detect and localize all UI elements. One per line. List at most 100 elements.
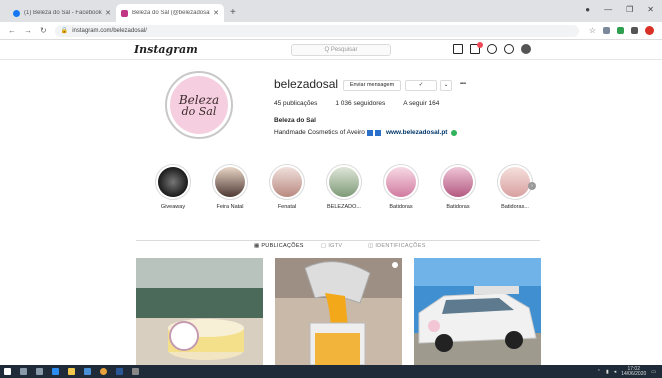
system-tray: ⌃ ▮ ◂ 17:02 14/06/2020 ▭ — [597, 366, 662, 377]
notifications-icon[interactable]: ▭ — [651, 369, 656, 375]
suggestions-dropdown[interactable]: ⌄ — [440, 80, 452, 91]
facebook-icon — [13, 9, 20, 17]
tab-tagged[interactable]: ◫ IDENTIFICAÇÕES — [368, 243, 426, 249]
close-tab-icon[interactable]: ✕ — [105, 9, 111, 17]
maximize-button[interactable]: ❐ — [626, 5, 633, 14]
new-tab-button[interactable]: + — [230, 7, 236, 18]
lock-icon: 🔒 — [60, 28, 69, 34]
close-window-button[interactable]: ✕ — [647, 5, 654, 14]
profile-avatar[interactable] — [645, 26, 654, 35]
file-explorer-icon[interactable] — [68, 368, 75, 375]
highlight-cover — [212, 164, 248, 200]
forward-icon[interactable]: → — [24, 26, 32, 35]
post-image-car — [414, 258, 541, 365]
extensions: ☆ — [589, 26, 654, 35]
tray-chevron-icon[interactable]: ⌃ — [597, 369, 601, 375]
star-icon[interactable]: ☆ — [589, 26, 596, 35]
profile-bio: Handmade Cosmetics of Aveiro www.belezad… — [274, 129, 458, 136]
brand-logo: Beleza do Sal — [170, 76, 228, 134]
profile-full-name: Beleza do Sal — [274, 117, 316, 124]
browser-tab-facebook[interactable]: (1) Beleza do Sal - Facebook ✕ — [8, 4, 116, 22]
portugal-flag-icon — [366, 129, 373, 136]
notification-badge — [477, 42, 483, 48]
reload-icon[interactable]: ↻ — [40, 26, 47, 35]
highlight-cover — [269, 164, 305, 200]
profile-tabs: ▦ PUBLICAÇÕES ▢ IGTV ◫ IDENTIFICAÇÕES — [136, 240, 540, 249]
heart-icon[interactable] — [504, 44, 514, 54]
tab-label: IGTV — [328, 243, 343, 249]
network-icon[interactable]: ▮ — [606, 369, 609, 375]
word-icon[interactable] — [116, 368, 123, 375]
window-controls: ● — ❐ ✕ — [585, 5, 654, 14]
tab-title: Beleza do Sal (@belezadosal) • Instagram — [132, 10, 211, 16]
windows-taskbar: ⌃ ▮ ◂ 17:02 14/06/2020 ▭ — [0, 365, 662, 378]
edge-icon[interactable] — [52, 368, 59, 375]
profile-picture[interactable]: Beleza do Sal — [165, 71, 233, 139]
bio-text: Handmade Cosmetics of Aveiro — [274, 129, 365, 136]
highlight-cover — [440, 164, 476, 200]
instagram-logo[interactable]: Instagram — [134, 43, 198, 56]
highlight-label: Giveaway — [160, 204, 186, 210]
close-tab-icon[interactable]: ✕ — [213, 9, 219, 17]
highlight-label: Fenatal — [277, 204, 297, 210]
post-thumbnail[interactable] — [414, 258, 541, 365]
direct-message-icon[interactable] — [470, 42, 483, 54]
tab-posts[interactable]: ▦ PUBLICAÇÕES — [254, 243, 304, 249]
clock-date: 14/06/2020 — [621, 370, 647, 377]
back-icon[interactable]: ← — [8, 26, 16, 35]
chevron-down-icon: ⌄ — [443, 82, 449, 88]
account-icon[interactable]: ● — [585, 5, 590, 14]
app-icon[interactable] — [132, 368, 139, 375]
highlight-item[interactable]: Batidoras — [439, 164, 477, 210]
browser-tab-strip: (1) Beleza do Sal - Facebook ✕ Beleza do… — [0, 0, 662, 22]
post-thumbnail[interactable] — [275, 258, 402, 365]
website-link[interactable]: www.belezadosal.pt — [386, 129, 448, 136]
search-input[interactable]: Q Pesquisar — [291, 44, 391, 56]
instagram-icon — [121, 9, 128, 17]
tab-label: IDENTIFICAÇÕES — [375, 243, 426, 249]
screen: (1) Beleza do Sal - Facebook ✕ Beleza do… — [0, 0, 662, 378]
following-count[interactable]: A seguir 164 — [403, 100, 439, 107]
post-image-pouring — [275, 258, 402, 365]
search-icon[interactable] — [20, 368, 27, 375]
profile-username: belezadosal — [274, 77, 339, 91]
extension-icon[interactable] — [617, 27, 624, 34]
post-thumbnail[interactable] — [136, 258, 263, 365]
clock[interactable]: 17:02 14/06/2020 — [621, 366, 647, 377]
post-image-cosmetic-jar — [136, 258, 263, 365]
profile-stats: 45 publicações 1 036 seguidores A seguir… — [274, 100, 439, 107]
minimize-button[interactable]: — — [604, 5, 612, 14]
more-options-button[interactable]: ••• — [456, 80, 470, 91]
windows-start-icon[interactable] — [4, 368, 11, 375]
followers-count[interactable]: 1 036 seguidores — [335, 100, 385, 107]
task-view-icon[interactable] — [36, 368, 43, 375]
highlight-item[interactable]: Fenatal — [268, 164, 306, 210]
highlight-item[interactable]: Feira Natal — [211, 164, 249, 210]
following-button[interactable]: ✓ — [405, 80, 437, 91]
browser-toolbar: ← → ↻ 🔒 instagram.com/belezadosal/ ☆ — [0, 22, 662, 40]
extension-icon[interactable] — [603, 27, 610, 34]
home-icon[interactable] — [453, 44, 463, 54]
highlight-cover — [497, 164, 533, 200]
highlight-item[interactable]: Giveaway — [154, 164, 192, 210]
chrome-icon[interactable] — [100, 368, 107, 375]
store-icon[interactable] — [84, 368, 91, 375]
verified-icon — [451, 129, 458, 136]
extension-icon[interactable] — [631, 27, 638, 34]
highlight-label: Feira Natal — [216, 204, 244, 210]
highlight-label: Batidoras — [446, 204, 470, 210]
highlight-label: Batidoras — [389, 204, 413, 210]
highlights-next-arrow-icon[interactable]: › — [528, 182, 536, 190]
highlight-item[interactable]: Batidoras — [382, 164, 420, 210]
tab-igtv[interactable]: ▢ IGTV — [321, 243, 342, 249]
browser-tab-instagram[interactable]: Beleza do Sal (@belezadosal) • Instagram… — [116, 4, 224, 22]
volume-icon[interactable]: ◂ — [614, 369, 617, 375]
instagram-header: Instagram Q Pesquisar — [0, 40, 662, 60]
highlight-item[interactable]: BELEZADO... — [325, 164, 363, 210]
profile-avatar-icon[interactable] — [521, 44, 531, 54]
url-text: instagram.com/belezadosal/ — [72, 27, 147, 34]
send-message-button[interactable]: Enviar mensagem — [343, 80, 401, 91]
tab-title: (1) Beleza do Sal - Facebook — [24, 10, 102, 16]
address-bar[interactable]: 🔒 instagram.com/belezadosal/ — [54, 24, 579, 37]
explore-icon[interactable] — [487, 44, 497, 54]
